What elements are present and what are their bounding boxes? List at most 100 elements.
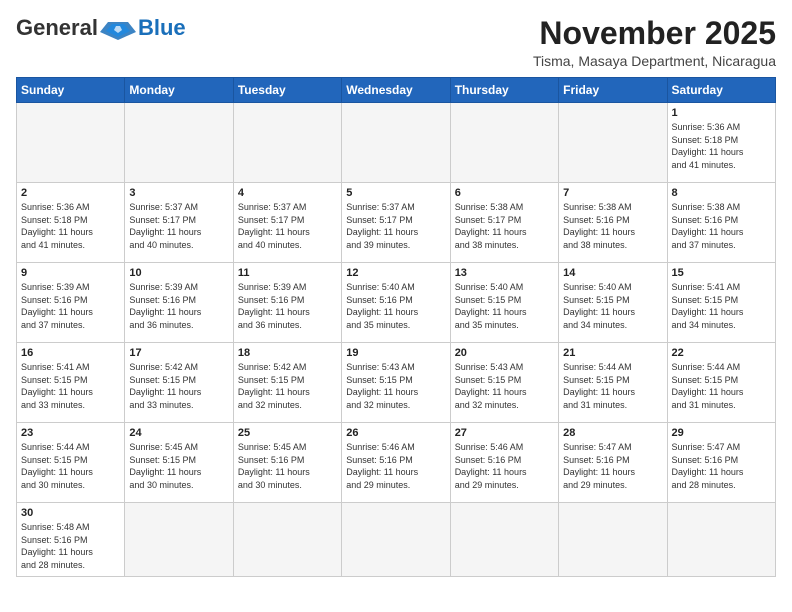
day-number: 12 xyxy=(346,267,445,279)
calendar-cell: 14Sunrise: 5:40 AM Sunset: 5:15 PM Dayli… xyxy=(559,263,667,343)
calendar-cell xyxy=(450,103,558,183)
day-number: 6 xyxy=(455,187,554,199)
day-info: Sunrise: 5:38 AM Sunset: 5:17 PM Dayligh… xyxy=(455,201,554,251)
calendar-cell: 11 Sunrise: 5:39 AM Sunset: 5:16 PM Dayli… xyxy=(233,263,341,343)
calendar-cell xyxy=(559,103,667,183)
calendar-cell: 4 Sunrise: 5:37 AM Sunset: 5:17 PM Daylig… xyxy=(233,183,341,263)
day-number: 29 xyxy=(672,427,771,439)
day-info: Sunrise: 5:44 AM Sunset: 5:15 PM Dayligh… xyxy=(672,361,771,411)
day-number: 13 xyxy=(455,267,554,279)
calendar-cell: 28 Sunrise: 5:47 AM Sunset: 5:16 PM Dayli… xyxy=(559,423,667,503)
logo-icon xyxy=(100,18,136,40)
calendar-cell: 25Sunrise: 5:45 AM Sunset: 5:16 PM Dayli… xyxy=(233,423,341,503)
day-info: Sunrise: 5:46 AM Sunset: 5:16 PM Dayligh… xyxy=(455,441,554,491)
calendar-week-6: 30 Sunrise: 5:48 AM Sunset: 5:16 PM Dayli… xyxy=(17,503,776,576)
day-info: Sunrise: 5:39 AM Sunset: 5:16 PM Dayligh… xyxy=(21,281,120,331)
day-number: 22 xyxy=(672,347,771,359)
calendar-cell: 27 Sunrise: 5:46 AM Sunset: 5:16 PM Dayli… xyxy=(450,423,558,503)
day-number: 16 xyxy=(21,347,120,359)
day-number: 10 xyxy=(129,267,228,279)
day-header-monday: Monday xyxy=(125,78,233,103)
day-number: 1 xyxy=(672,107,771,119)
title-area: November 2025 Tisma, Masaya Department, … xyxy=(533,16,776,69)
calendar-cell: 19Sunrise: 5:43 AM Sunset: 5:15 PM Dayli… xyxy=(342,343,450,423)
calendar-cell xyxy=(342,503,450,576)
day-header-friday: Friday xyxy=(559,78,667,103)
day-number: 11 xyxy=(238,267,337,279)
day-info: Sunrise: 5:44 AM Sunset: 5:15 PM Dayligh… xyxy=(563,361,662,411)
day-info: Sunrise: 5:38 AM Sunset: 5:16 PM Dayligh… xyxy=(672,201,771,251)
day-number: 4 xyxy=(238,187,337,199)
day-header-wednesday: Wednesday xyxy=(342,78,450,103)
calendar-cell xyxy=(17,103,125,183)
calendar-cell xyxy=(233,503,341,576)
day-number: 14 xyxy=(563,267,662,279)
day-header-sunday: Sunday xyxy=(17,78,125,103)
page-header: General Blue November 2025 Tisma, Masaya… xyxy=(16,16,776,69)
day-info: Sunrise: 5:37 AM Sunset: 5:17 PM Dayligh… xyxy=(129,201,228,251)
day-number: 18 xyxy=(238,347,337,359)
calendar-cell: 6 Sunrise: 5:38 AM Sunset: 5:17 PM Daylig… xyxy=(450,183,558,263)
day-info: Sunrise: 5:39 AM Sunset: 5:16 PM Dayligh… xyxy=(238,281,337,331)
calendar-cell: 2Sunrise: 5:36 AM Sunset: 5:18 PM Daylig… xyxy=(17,183,125,263)
calendar-cell: 16 Sunrise: 5:41 AM Sunset: 5:15 PM Dayli… xyxy=(17,343,125,423)
logo-general-text: General xyxy=(16,17,98,39)
calendar-cell: 3 Sunrise: 5:37 AM Sunset: 5:17 PM Daylig… xyxy=(125,183,233,263)
day-number: 23 xyxy=(21,427,120,439)
day-number: 28 xyxy=(563,427,662,439)
calendar-cell: 22 Sunrise: 5:44 AM Sunset: 5:15 PM Dayli… xyxy=(667,343,775,423)
calendar-cell: 24 Sunrise: 5:45 AM Sunset: 5:15 PM Dayli… xyxy=(125,423,233,503)
calendar-week-5: 23Sunrise: 5:44 AM Sunset: 5:15 PM Dayli… xyxy=(17,423,776,503)
calendar-cell: 21 Sunrise: 5:44 AM Sunset: 5:15 PM Dayli… xyxy=(559,343,667,423)
calendar-cell xyxy=(233,103,341,183)
calendar-cell: 10Sunrise: 5:39 AM Sunset: 5:16 PM Dayli… xyxy=(125,263,233,343)
day-info: Sunrise: 5:40 AM Sunset: 5:16 PM Dayligh… xyxy=(346,281,445,331)
month-title: November 2025 xyxy=(533,16,776,51)
day-number: 3 xyxy=(129,187,228,199)
calendar-cell: 15Sunrise: 5:41 AM Sunset: 5:15 PM Dayli… xyxy=(667,263,775,343)
day-info: Sunrise: 5:42 AM Sunset: 5:15 PM Dayligh… xyxy=(129,361,228,411)
day-number: 8 xyxy=(672,187,771,199)
day-number: 5 xyxy=(346,187,445,199)
day-info: Sunrise: 5:47 AM Sunset: 5:16 PM Dayligh… xyxy=(563,441,662,491)
day-number: 15 xyxy=(672,267,771,279)
day-header-tuesday: Tuesday xyxy=(233,78,341,103)
location-subtitle: Tisma, Masaya Department, Nicaragua xyxy=(533,53,776,69)
calendar-cell: 9Sunrise: 5:39 AM Sunset: 5:16 PM Daylig… xyxy=(17,263,125,343)
calendar-cell: 18 Sunrise: 5:42 AM Sunset: 5:15 PM Dayli… xyxy=(233,343,341,423)
day-info: Sunrise: 5:45 AM Sunset: 5:16 PM Dayligh… xyxy=(238,441,337,491)
day-info: Sunrise: 5:46 AM Sunset: 5:16 PM Dayligh… xyxy=(346,441,445,491)
calendar-cell: 12 Sunrise: 5:40 AM Sunset: 5:16 PM Dayli… xyxy=(342,263,450,343)
day-number: 17 xyxy=(129,347,228,359)
day-info: Sunrise: 5:37 AM Sunset: 5:17 PM Dayligh… xyxy=(238,201,337,251)
calendar-week-2: 2Sunrise: 5:36 AM Sunset: 5:18 PM Daylig… xyxy=(17,183,776,263)
calendar-cell xyxy=(450,503,558,576)
calendar-cell: 23Sunrise: 5:44 AM Sunset: 5:15 PM Dayli… xyxy=(17,423,125,503)
calendar-week-3: 9Sunrise: 5:39 AM Sunset: 5:16 PM Daylig… xyxy=(17,263,776,343)
calendar-cell xyxy=(342,103,450,183)
day-info: Sunrise: 5:45 AM Sunset: 5:15 PM Dayligh… xyxy=(129,441,228,491)
day-header-saturday: Saturday xyxy=(667,78,775,103)
calendar-cell: 1 Sunrise: 5:36 AM Sunset: 5:18 PM Daylig… xyxy=(667,103,775,183)
day-number: 21 xyxy=(563,347,662,359)
day-headers-row: SundayMondayTuesdayWednesdayThursdayFrid… xyxy=(17,78,776,103)
day-number: 24 xyxy=(129,427,228,439)
calendar-week-1: 1 Sunrise: 5:36 AM Sunset: 5:18 PM Daylig… xyxy=(17,103,776,183)
day-number: 27 xyxy=(455,427,554,439)
day-info: Sunrise: 5:42 AM Sunset: 5:15 PM Dayligh… xyxy=(238,361,337,411)
day-number: 19 xyxy=(346,347,445,359)
day-info: Sunrise: 5:36 AM Sunset: 5:18 PM Dayligh… xyxy=(672,121,771,171)
day-number: 30 xyxy=(21,507,120,519)
calendar-cell: 13Sunrise: 5:40 AM Sunset: 5:15 PM Dayli… xyxy=(450,263,558,343)
calendar-cell: 17 Sunrise: 5:42 AM Sunset: 5:15 PM Dayli… xyxy=(125,343,233,423)
calendar-cell xyxy=(559,503,667,576)
day-header-thursday: Thursday xyxy=(450,78,558,103)
day-number: 2 xyxy=(21,187,120,199)
day-info: Sunrise: 5:41 AM Sunset: 5:15 PM Dayligh… xyxy=(21,361,120,411)
calendar-cell xyxy=(667,503,775,576)
calendar-cell: 7Sunrise: 5:38 AM Sunset: 5:16 PM Daylig… xyxy=(559,183,667,263)
day-info: Sunrise: 5:47 AM Sunset: 5:16 PM Dayligh… xyxy=(672,441,771,491)
day-info: Sunrise: 5:48 AM Sunset: 5:16 PM Dayligh… xyxy=(21,521,120,571)
calendar-cell: 29 Sunrise: 5:47 AM Sunset: 5:16 PM Dayli… xyxy=(667,423,775,503)
day-number: 7 xyxy=(563,187,662,199)
